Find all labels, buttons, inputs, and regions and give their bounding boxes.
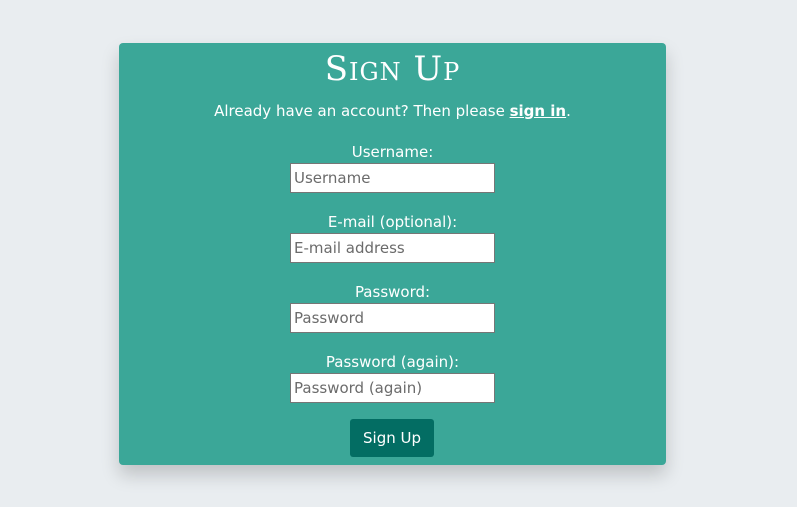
signin-prompt: Already have an account? Then please sig… xyxy=(119,101,666,121)
username-label: Username: xyxy=(351,143,434,161)
password-again-input[interactable] xyxy=(290,373,495,403)
signup-card: Sign Up Already have an account? Then pl… xyxy=(119,43,666,465)
signin-prompt-suffix: . xyxy=(566,102,571,120)
signup-button[interactable]: Sign Up xyxy=(350,419,434,457)
password-input[interactable] xyxy=(290,303,495,333)
signin-link[interactable]: sign in xyxy=(510,102,567,120)
username-input[interactable] xyxy=(290,163,495,193)
password-field-group: Password: xyxy=(119,283,666,333)
signin-prompt-text: Already have an account? Then please xyxy=(214,102,510,120)
email-input[interactable] xyxy=(290,233,495,263)
password-again-label: Password (again): xyxy=(325,353,460,371)
password-again-field-group: Password (again): xyxy=(119,353,666,403)
page-title: Sign Up xyxy=(324,49,461,89)
email-label: E-mail (optional): xyxy=(327,213,458,231)
password-label: Password: xyxy=(354,283,431,301)
email-field-group: E-mail (optional): xyxy=(119,213,666,263)
username-field-group: Username: xyxy=(119,143,666,193)
